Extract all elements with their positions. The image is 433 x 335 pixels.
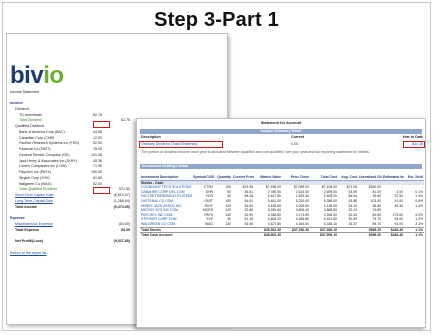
holdings-column-header: Estimated Income [382, 175, 404, 181]
holdings-cell: $446.46 [382, 232, 404, 238]
holdings-table: Investment DescriptionSymbol/CUSIPQuanti… [140, 175, 424, 238]
holdings-column-header: Quantity [214, 175, 232, 181]
holdings-header-band: Investment Holdings Detail [140, 164, 422, 169]
summary-col-current: Current [291, 135, 304, 139]
slide: Step 3-Part 1 bivio Income Statement Inc… [2, 2, 431, 331]
highlight-ytd-dividend [403, 141, 425, 148]
holdings-cell: Total Cash Account [140, 232, 192, 238]
holdings-cash-total-row: Total Cash Account $38,902.30 $37,906.10 $9… [140, 232, 424, 238]
holdings-cell [282, 232, 310, 238]
income-row-total: (9,473.85) [113, 204, 130, 209]
summary-note: The portion of dividend income each year… [141, 150, 370, 154]
highlight-ordinary-dividend [139, 141, 223, 148]
income-row-label: Total Income [15, 204, 37, 209]
holdings-cell [338, 232, 358, 238]
income-row-total: (9,527.85) [113, 239, 130, 243]
summary-row-current: 0.00 [291, 142, 298, 146]
holdings-column-header: Symbol/CUSIP [192, 175, 214, 181]
account-statement-screenshot: Statement for Account Income Summary Det… [136, 118, 426, 328]
highlight-total-dividend [93, 121, 110, 128]
highlight-total-qualified-dividend [93, 187, 110, 194]
summary-col-description: Description [141, 135, 161, 139]
income-row-label: Total Expense [15, 227, 40, 232]
holdings-column-header: Est. Yield [404, 175, 424, 181]
holdings-cell: $996.20 [358, 232, 382, 238]
holdings-cell: $38,902.30 [254, 232, 282, 238]
summary-col-ytd: Year to Date [402, 135, 423, 139]
income-row-total: 54.00 [121, 227, 130, 232]
holdings-column-header: Current Price [232, 175, 254, 181]
statement-title: Statement for Account [260, 121, 302, 125]
bivio-logo: bivio [10, 62, 64, 89]
holdings-column-header: Avg. Cost [338, 175, 358, 181]
holdings-cell [192, 232, 214, 238]
report-subtitle: Income Statement [10, 90, 40, 94]
holdings-cell [214, 232, 232, 238]
holdings-cell: $37,906.10 [310, 232, 338, 238]
slide-title: Step 3-Part 1 [154, 9, 279, 31]
income-row-label: Net Profit/(Loss) [15, 239, 43, 243]
holdings-body: Stocks - CashCOGNIZANT TECH SOLUTIONS CR… [140, 180, 424, 238]
holdings-header: Investment Holdings Detail [142, 164, 189, 168]
holdings-cell: 1.1% [404, 232, 424, 238]
holdings-cell [232, 232, 254, 238]
summary-header-band: Income Summary Detail [140, 129, 422, 134]
summary-header: Income Summary Detail [260, 129, 302, 133]
income-link[interactable]: Return to the report list [10, 251, 47, 257]
holdings-column-header: Unrealized G/L [358, 175, 382, 181]
